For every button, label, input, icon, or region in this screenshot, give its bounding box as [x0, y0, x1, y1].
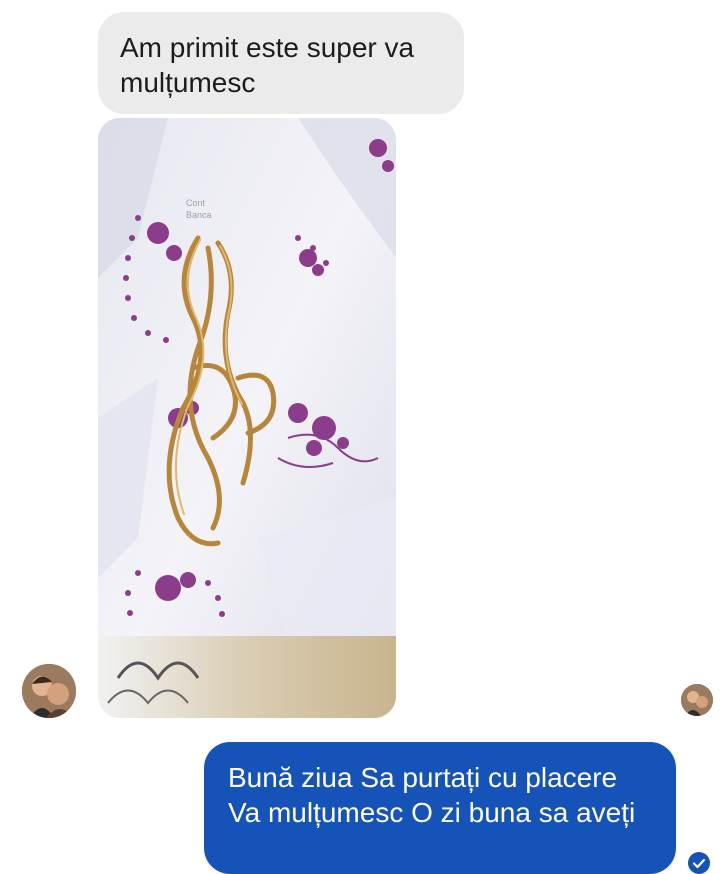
sender-avatar-photo	[22, 664, 76, 718]
floor-background	[98, 636, 396, 718]
sender-avatar[interactable]	[22, 664, 76, 718]
receiver-avatar-photo	[681, 684, 713, 716]
check-circle-icon	[688, 852, 710, 874]
chain-photo-image: Cont Banca	[98, 118, 396, 718]
attached-photo[interactable]: Cont Banca	[98, 118, 396, 718]
receipt-text-cont: Cont	[186, 198, 206, 208]
receiver-avatar[interactable]	[681, 684, 713, 716]
receipt-text-banca: Banca	[186, 210, 212, 220]
chat-thread: Am primit este super va mulțumesc Cont B…	[0, 0, 720, 874]
outgoing-message-bubble[interactable]: Bună ziua Sa purtați cu placere Va mulțu…	[204, 742, 676, 874]
outgoing-message-text: Bună ziua Sa purtați cu placere Va mulțu…	[228, 762, 636, 828]
incoming-message-bubble[interactable]: Am primit este super va mulțumesc	[98, 12, 464, 114]
incoming-message-text: Am primit este super va mulțumesc	[120, 32, 415, 98]
